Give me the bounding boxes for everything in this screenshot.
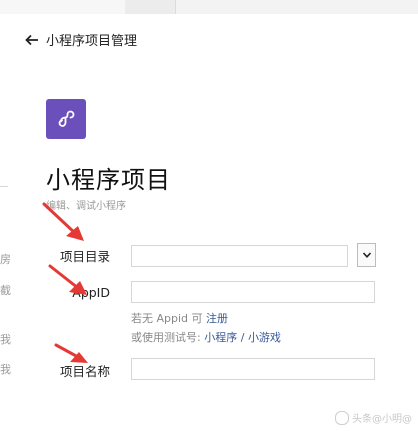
test-miniprogram-link[interactable]: 小程序 [204, 331, 237, 344]
annotation-arrow-icon [48, 264, 87, 295]
window-top-area [176, 0, 418, 14]
appid-input[interactable] [131, 281, 375, 303]
back-label: 小程序项目管理 [46, 34, 138, 49]
hint-separator: / [240, 331, 245, 344]
appid-register-hint: 若无 Appid 可 注册 [131, 310, 228, 326]
sidebar-fragment: 截 [0, 284, 11, 297]
watermark: 头条@小明@ [335, 410, 412, 425]
annotation-arrow-icon [42, 202, 84, 241]
window-top-bar [0, 0, 418, 14]
back-button[interactable]: 小程序项目管理 [24, 30, 137, 49]
test-account-hint: 或使用测试号: 小程序 / 小游戏 [131, 329, 281, 345]
sidebar-fragment: 我 [0, 363, 11, 376]
register-link[interactable]: 注册 [206, 312, 228, 325]
project-name-input[interactable] [131, 358, 375, 380]
sidebar-divider [0, 186, 8, 187]
watermark-logo-icon [335, 410, 349, 425]
page-title: 小程序项目 [46, 166, 171, 194]
sidebar-fragment: 房 [0, 253, 11, 266]
annotation-arrow-icon [54, 343, 88, 363]
window-tab[interactable] [125, 0, 176, 14]
project-dir-input[interactable] [131, 245, 348, 267]
test-minigame-link[interactable]: 小游戏 [248, 331, 281, 344]
miniprogram-logo [46, 99, 86, 139]
hint-text: 或使用测试号: [131, 331, 201, 344]
hint-text: 若无 Appid 可 [131, 312, 203, 325]
watermark-text: 头条@小明@ [352, 414, 412, 425]
back-arrow-icon [25, 34, 38, 45]
project-dir-dropdown-button[interactable] [357, 243, 376, 267]
chevron-down-icon [362, 252, 371, 258]
left-sidebar-clipped: 房 截 我 我 [0, 14, 12, 431]
sidebar-fragment: 我 [0, 333, 11, 346]
miniprogram-link-icon [58, 110, 75, 127]
